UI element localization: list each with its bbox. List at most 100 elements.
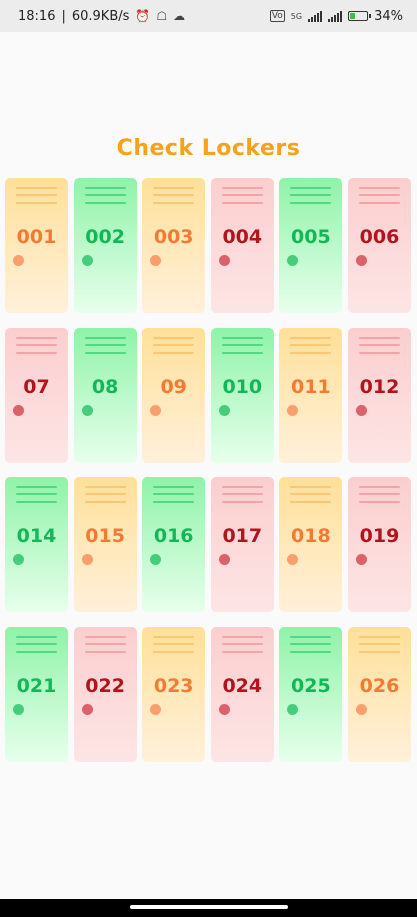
locker-card[interactable]: 012 <box>348 327 411 463</box>
locker-vent-line <box>221 501 263 503</box>
locker-card[interactable]: 07 <box>5 327 68 463</box>
locker-vent-line <box>359 351 400 354</box>
battery-percent: 34% <box>374 8 403 24</box>
locker-number: 024 <box>222 674 263 697</box>
locker-vent-line <box>221 202 263 204</box>
locker-card[interactable]: 023 <box>142 626 206 762</box>
status-bar: 18:16 | 60.9KB/s ⏰ ☖ ☁ Vo 5G 34% <box>0 0 417 32</box>
locker-card[interactable]: 018 <box>279 477 343 612</box>
locker-number: 07 <box>23 375 50 398</box>
locker-vent-line <box>16 650 57 653</box>
locker-status-dot <box>13 703 24 715</box>
locker-card[interactable]: 019 <box>348 477 411 612</box>
locker-vent-line <box>290 194 332 196</box>
navigation-bar <box>0 899 417 917</box>
page-title: Check Lockers <box>116 136 301 161</box>
locker-vent-line <box>16 493 57 495</box>
locker-card[interactable]: 006 <box>348 178 411 313</box>
locker-card[interactable]: 017 <box>210 477 274 612</box>
locker-card[interactable]: 026 <box>348 626 411 762</box>
locker-vent-line <box>16 343 57 346</box>
locker-number: 014 <box>16 525 57 547</box>
locker-card[interactable]: 09 <box>142 327 206 463</box>
locker-vent-line <box>359 493 400 495</box>
locker-vent-line <box>221 493 263 495</box>
locker-vent-line <box>16 501 57 503</box>
locker-vent-line <box>221 343 263 346</box>
locker-number: 012 <box>359 375 400 398</box>
locker-vent-line <box>290 343 332 346</box>
locker-vent-line <box>84 351 126 354</box>
status-right: Vo 5G 34% <box>269 8 403 24</box>
locker-status-dot <box>81 255 93 266</box>
locker-vent-line <box>153 336 195 339</box>
locker-vent-line <box>290 493 332 495</box>
clock: 18:16 <box>18 8 56 24</box>
locker-number: 023 <box>153 674 194 697</box>
locker-vent-line <box>290 202 332 204</box>
locker-vent-line <box>359 501 400 503</box>
locker-status-dot <box>287 404 299 416</box>
locker-number: 006 <box>359 226 400 248</box>
locker-vent-line <box>153 343 195 346</box>
locker-number: 025 <box>291 674 331 697</box>
locker-status-dot <box>218 703 230 715</box>
locker-card[interactable]: 015 <box>73 477 137 612</box>
locker-vent-line <box>221 194 263 196</box>
locker-status-dot <box>150 404 162 416</box>
locker-vent-line <box>16 635 57 638</box>
locker-status-dot <box>356 703 367 715</box>
locker-status-dot <box>81 404 93 416</box>
locker-vent-line <box>359 635 400 638</box>
locker-vent-line <box>16 642 57 645</box>
locker-number: 010 <box>222 375 263 398</box>
home-indicator[interactable] <box>130 905 288 909</box>
locker-status-dot <box>356 404 367 416</box>
locker-vent-line <box>153 351 195 354</box>
locker-status-dot <box>356 554 367 565</box>
locker-vent-line <box>84 202 126 204</box>
locker-vent-line <box>359 486 400 488</box>
locker-vent-line <box>290 486 332 488</box>
locker-vent-line <box>290 501 332 503</box>
locker-vent-line <box>153 187 195 189</box>
signal-strength-icon <box>308 10 323 22</box>
locker-card[interactable]: 021 <box>5 626 68 762</box>
locker-card[interactable]: 010 <box>210 327 274 463</box>
locker-vent-line <box>84 493 126 495</box>
locker-card[interactable]: 014 <box>5 477 68 612</box>
locker-vent-line <box>84 635 126 638</box>
locker-card[interactable]: 08 <box>73 327 137 463</box>
locker-card[interactable]: 025 <box>279 626 343 762</box>
locker-card[interactable]: 002 <box>73 178 137 313</box>
locker-card[interactable]: 003 <box>142 178 206 313</box>
locker-card[interactable]: 001 <box>5 178 68 313</box>
locker-vent-line <box>153 194 195 196</box>
locker-card[interactable]: 005 <box>279 178 343 313</box>
locker-status-dot <box>218 554 230 565</box>
locker-status-dot <box>81 554 93 565</box>
locker-number: 08 <box>91 375 119 398</box>
cloud-icon: ☁ <box>173 9 186 23</box>
locker-vent-line <box>153 493 195 495</box>
locker-vent-line <box>290 187 332 189</box>
locker-status-dot <box>13 404 24 416</box>
locker-status-dot <box>218 404 230 416</box>
network-speed: 60.9KB/s <box>71 8 130 24</box>
locker-status-dot <box>287 703 299 715</box>
locker-vent-line <box>16 351 57 354</box>
locker-card[interactable]: 024 <box>210 626 274 762</box>
locker-card[interactable]: 016 <box>142 477 206 612</box>
locker-card[interactable]: 022 <box>73 626 137 762</box>
separator: | <box>61 8 66 24</box>
locker-vent-line <box>290 635 332 638</box>
locker-number: 001 <box>16 226 57 248</box>
locker-vent-line <box>153 642 195 645</box>
locker-number: 026 <box>359 674 400 697</box>
locker-vent-line <box>221 642 263 645</box>
locker-card[interactable]: 004 <box>210 178 274 313</box>
locker-card[interactable]: 011 <box>279 327 343 463</box>
locker-vent-line <box>359 343 400 346</box>
network-type: 5G <box>290 11 303 21</box>
locker-vent-line <box>16 194 57 196</box>
